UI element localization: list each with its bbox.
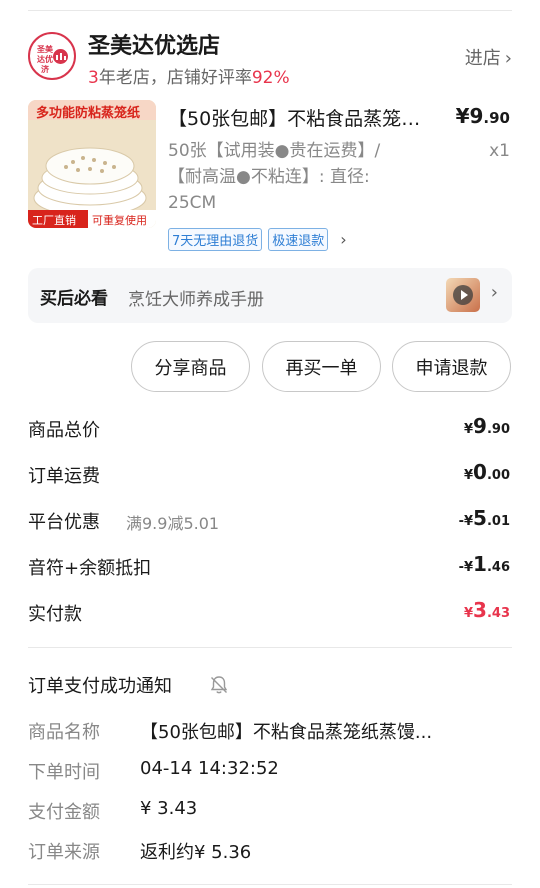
notice-key: 下单时间: [28, 762, 100, 783]
notice-value: 【50张包邮】不粘食品蒸笼纸蒸馒...: [140, 722, 433, 743]
chevron-right-icon: ›: [340, 230, 347, 249]
product-price: ¥9.90: [456, 104, 510, 128]
balance-amount: -¥1.46: [458, 552, 510, 576]
product-image[interactable]: 多功能防粘蒸笼纸 工厂直销 可重复使用: [28, 100, 156, 228]
payment-notice-title: 订单支付成功通知: [28, 676, 172, 697]
notice-key: 订单来源: [28, 842, 100, 863]
top-divider: [28, 10, 512, 11]
bottom-divider: [28, 884, 512, 885]
play-icon: [453, 285, 473, 305]
balance-label: 音符+余额抵扣: [28, 558, 152, 579]
guide-title: 烹饪大师养成手册: [128, 290, 264, 310]
summary-divider: [28, 647, 512, 648]
bell-muted-icon[interactable]: [208, 674, 230, 696]
product-image-footer-right: 可重复使用: [92, 214, 147, 227]
notice-value: 返利约¥ 5.36: [140, 842, 252, 863]
product-image-footer-left: 工厂直销: [32, 214, 76, 227]
paid-amount: ¥3.43: [464, 598, 510, 622]
buy-again-button[interactable]: 再买一单: [262, 341, 381, 392]
summary-discount-row: 平台优惠 满9.9减5.01 -¥5.01: [28, 506, 510, 536]
shop-logo-text: 圣美达优济: [37, 45, 53, 74]
product-image-banner: 多功能防粘蒸笼纸: [36, 106, 141, 121]
shop-rating: 92%: [251, 68, 290, 88]
tag-fast-refund: 极速退款: [268, 228, 329, 251]
discount-label: 平台优惠: [28, 512, 100, 533]
summary-shipping-row: 订单运费 ¥0.00: [28, 460, 510, 490]
share-product-button[interactable]: 分享商品: [131, 341, 250, 392]
shop-years-suffix: 年老店，店铺好评率: [98, 68, 252, 88]
product-quantity: x1: [489, 141, 510, 161]
enter-shop-label: 进店: [464, 48, 501, 69]
notice-value: ¥ 3.43: [140, 798, 198, 819]
tag-7day-return: 7天无理由退货: [168, 228, 263, 251]
chevron-right-icon: ›: [504, 48, 512, 69]
enter-shop-link[interactable]: 进店 ›: [465, 44, 512, 70]
summary-balance-row: 音符+余额抵扣 -¥1.46: [28, 552, 510, 582]
shop-reputation: 3年老店，店铺好评率92%: [88, 63, 290, 88]
discount-amount: -¥5.01: [458, 506, 510, 530]
chart-icon: [53, 49, 68, 64]
shop-name[interactable]: 圣美达优选店: [88, 28, 220, 60]
request-refund-button[interactable]: 申请退款: [392, 341, 511, 392]
total-amount: ¥9.90: [464, 414, 510, 438]
chevron-right-icon: ›: [490, 282, 498, 303]
product-title[interactable]: 【50张包邮】不粘食品蒸笼纸蒸馒头包子垫纸: [168, 104, 438, 131]
shop-header[interactable]: 圣美达优济 圣美达优选店 3年老店，店铺好评率92% 进店 ›: [28, 28, 512, 88]
product-spec: 50张【试用装●贵在运费】/【耐高温●不粘连】: 直径: 25CM: [168, 141, 381, 213]
paid-label: 实付款: [28, 604, 82, 625]
summary-paid-row: 实付款 ¥3.43: [28, 598, 510, 628]
notice-row-amount: 支付金额 ¥ 3.43: [28, 798, 512, 826]
notice-row-time: 下单时间 04-14 14:32:52: [28, 758, 512, 786]
price-symbol: ¥: [455, 104, 470, 128]
shop-years: 3: [88, 68, 99, 88]
discount-note: 满9.9减5.01: [126, 514, 220, 533]
after-purchase-guide[interactable]: 买后必看 烹饪大师养成手册 ›: [28, 268, 512, 323]
notice-key: 支付金额: [28, 802, 100, 823]
notice-value: 04-14 14:32:52: [140, 758, 279, 779]
notice-key: 商品名称: [28, 722, 100, 743]
notice-row-source: 订单来源 返利约¥ 5.36: [28, 838, 512, 866]
total-label: 商品总价: [28, 420, 100, 441]
shipping-label: 订单运费: [28, 466, 100, 487]
summary-total-row: 商品总价 ¥9.90: [28, 414, 510, 444]
price-decimal: .90: [483, 109, 510, 127]
shop-logo: 圣美达优济: [28, 32, 76, 80]
price-integer: 9: [469, 104, 484, 128]
service-tags[interactable]: 7天无理由退货 极速退款 ›: [168, 228, 347, 251]
notice-row-product: 商品名称 【50张包邮】不粘食品蒸笼纸蒸馒...: [28, 718, 512, 746]
guide-label: 买后必看: [40, 289, 108, 309]
video-thumbnail: [446, 278, 480, 312]
shipping-amount: ¥0.00: [464, 460, 510, 484]
